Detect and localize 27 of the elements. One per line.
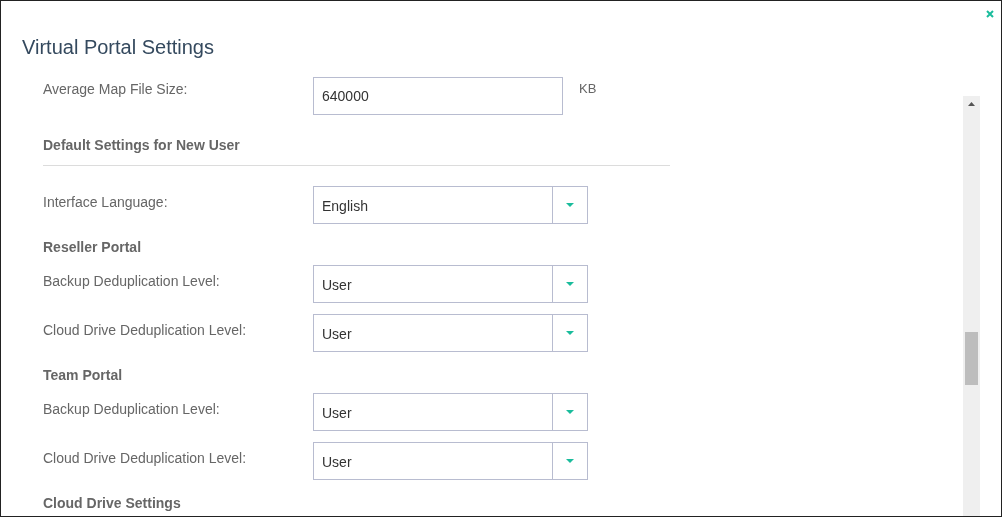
field-label: Backup Deduplication Level:	[43, 272, 221, 291]
caret-icon	[566, 459, 574, 463]
field-label: Backup Deduplication Level:	[43, 400, 221, 419]
caret-icon	[566, 331, 574, 335]
dropdown[interactable]: User	[313, 314, 588, 352]
section-heading: Default Settings for New User	[43, 137, 240, 153]
scrollbar[interactable]	[963, 96, 980, 516]
subsection-heading: Cloud Drive Settings	[43, 495, 181, 511]
dropdown[interactable]: User	[313, 265, 588, 303]
scroll-up-arrow-icon[interactable]	[968, 102, 975, 106]
dialog-title: Virtual Portal Settings	[22, 35, 215, 60]
unit-label: KB	[579, 80, 597, 98]
caret-icon	[566, 282, 574, 286]
caret-icon	[566, 410, 574, 414]
close-icon[interactable]	[986, 10, 994, 18]
input-field[interactable]: 640000	[313, 77, 563, 115]
dropdown[interactable]: User	[313, 442, 588, 480]
dropdown[interactable]: English	[313, 186, 588, 224]
scrollbar-thumb[interactable]	[965, 332, 978, 385]
dropdown[interactable]: User	[313, 393, 588, 431]
subsection-heading: Reseller Portal	[43, 239, 142, 255]
field-label: Interface Language:	[43, 193, 169, 212]
subsection-heading: Team Portal	[43, 367, 123, 383]
field-label: Cloud Drive Deduplication Level:	[43, 321, 248, 340]
caret-icon	[566, 203, 574, 207]
field-label: Average Map File Size:	[43, 80, 189, 99]
field-label: Cloud Drive Deduplication Level:	[43, 449, 248, 468]
